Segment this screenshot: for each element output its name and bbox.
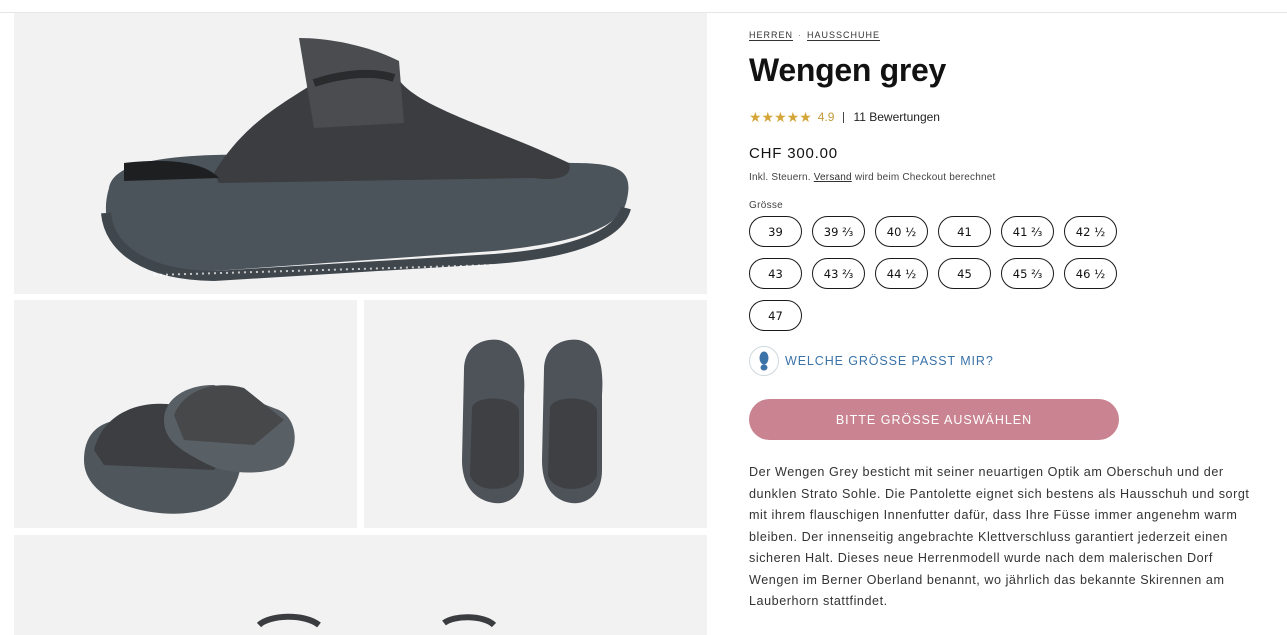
product-description: Der Wengen Grey besticht mit seiner neua…: [749, 465, 1250, 608]
product-image-fourth[interactable]: [14, 535, 707, 635]
breadcrumb-hausschuhe[interactable]: HAUSSCHUHE: [807, 30, 880, 40]
tax-suffix: wird beim Checkout berechnet: [854, 172, 996, 183]
product-price: CHF 300.00: [749, 145, 838, 162]
product-image-main[interactable]: [14, 13, 707, 294]
product-image-pair-side[interactable]: [14, 300, 357, 528]
size-guide-link[interactable]: WELCHE GRÖSSE PASST MIR?: [749, 346, 994, 376]
breadcrumb-separator: ·: [798, 30, 803, 40]
size-guide-label: WELCHE GRÖSSE PASST MIR?: [785, 354, 994, 368]
breadcrumb: HERREN · HAUSSCHUHE: [749, 30, 880, 40]
product-image-pair-top[interactable]: [364, 300, 707, 528]
tax-prefix: Inkl. Steuern.: [749, 172, 811, 183]
size-option[interactable]: 39: [749, 216, 802, 247]
tax-note: Inkl. Steuern. Versand wird beim Checkou…: [749, 172, 995, 183]
footprint-icon: [749, 346, 779, 376]
rating-summary[interactable]: ★★★★★ 4.9 11 Bewertungen: [749, 108, 940, 126]
size-option[interactable]: 45: [938, 258, 991, 289]
size-option[interactable]: 44 ½: [875, 258, 928, 289]
breadcrumb-herren[interactable]: HERREN: [749, 30, 793, 40]
star-rating-icon: ★★★★★: [749, 108, 812, 125]
size-option[interactable]: 42 ½: [1064, 216, 1117, 247]
select-size-button[interactable]: BITTE GRÖSSE AUSWÄHLEN: [749, 399, 1119, 440]
rating-divider: [843, 111, 845, 123]
size-option[interactable]: 41: [938, 216, 991, 247]
size-option[interactable]: 43 ⅔: [812, 258, 865, 289]
review-count[interactable]: 11 Bewertungen: [853, 110, 940, 124]
size-label: Grösse: [749, 200, 784, 211]
size-option[interactable]: 41 ⅔: [1001, 216, 1054, 247]
size-option[interactable]: 46 ½: [1064, 258, 1117, 289]
size-option[interactable]: 39 ⅔: [812, 216, 865, 247]
shipping-link[interactable]: Versand: [814, 172, 852, 183]
rating-score: 4.9: [817, 110, 835, 124]
size-option[interactable]: 40 ½: [875, 216, 928, 247]
size-option[interactable]: 45 ⅔: [1001, 258, 1054, 289]
product-title: Wengen grey: [749, 52, 947, 88]
size-option[interactable]: 43: [749, 258, 802, 289]
size-option[interactable]: 47: [749, 300, 802, 331]
